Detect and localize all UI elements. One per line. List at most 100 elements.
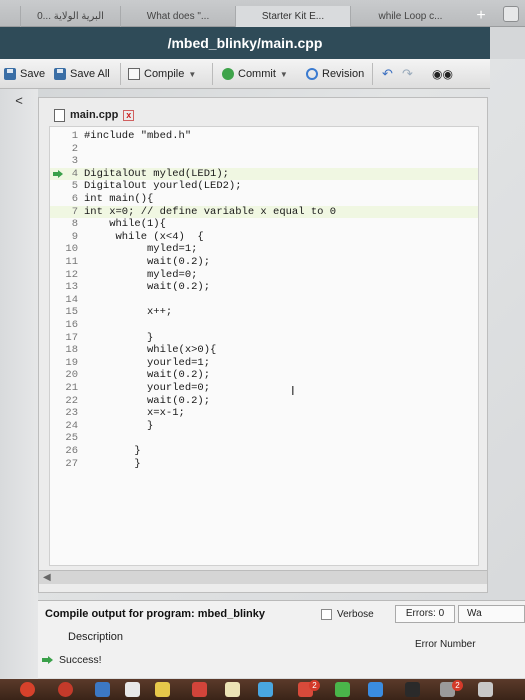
browser-tab-label: while Loop c... bbox=[378, 11, 443, 22]
binoculars-icon: ◉◉ bbox=[432, 67, 453, 81]
app-dock-icon[interactable] bbox=[258, 682, 273, 697]
commit-button[interactable]: Commit ▼ bbox=[222, 64, 288, 84]
code-text: wait(0.2); bbox=[84, 256, 211, 268]
code-text: DigitalOut myled(LED1); bbox=[84, 167, 229, 180]
redo-button[interactable]: ↷ bbox=[402, 64, 413, 84]
code-text: } bbox=[84, 457, 141, 470]
save-all-icon bbox=[54, 68, 66, 80]
code-text: } bbox=[84, 331, 154, 344]
code-line: 9 while (x<4) { bbox=[50, 231, 478, 244]
error-number-column-header: Error Number bbox=[415, 639, 476, 650]
line-number: 23 bbox=[65, 407, 78, 420]
errors-tab[interactable]: Errors: 0 bbox=[395, 605, 455, 623]
code-line: 19 yourled=1; bbox=[50, 357, 478, 370]
code-text: } bbox=[84, 419, 154, 432]
save-all-button[interactable]: Save All bbox=[54, 64, 110, 84]
verbose-checkbox[interactable] bbox=[321, 608, 332, 620]
line-number: 12 bbox=[65, 268, 78, 281]
compile-output-panel: Compile output for program: mbed_blinky … bbox=[38, 600, 525, 678]
app-dock-icon[interactable] bbox=[58, 682, 73, 697]
code-line: 13 wait(0.2); bbox=[50, 281, 478, 294]
browser-tab-3[interactable]: Starter Kit E... bbox=[235, 6, 350, 27]
commit-icon bbox=[222, 68, 234, 80]
chevron-down-icon: ▼ bbox=[279, 69, 288, 79]
code-text: DigitalOut yourled(LED2); bbox=[84, 180, 242, 193]
line-number: 8 bbox=[71, 218, 78, 231]
collapse-panel-button[interactable]: < bbox=[6, 93, 32, 109]
app-dock-icon[interactable] bbox=[192, 682, 207, 697]
code-text: wait(0.2); bbox=[84, 281, 211, 294]
app-dock-icon[interactable] bbox=[368, 682, 383, 697]
code-line: 23 x=x-1; bbox=[50, 407, 478, 420]
output-message: Success! bbox=[59, 654, 102, 666]
close-icon[interactable]: x bbox=[123, 109, 135, 121]
code-line: 26 } bbox=[50, 445, 478, 458]
file-tab-main-cpp[interactable]: main.cpp x bbox=[54, 106, 135, 124]
code-text: while (x<4) { bbox=[84, 230, 204, 243]
notification-badge: 2 bbox=[452, 680, 463, 691]
code-line: 18 while(x>0){ bbox=[50, 344, 478, 357]
revision-button[interactable]: Revision bbox=[306, 64, 364, 84]
verbose-toggle[interactable]: Verbose bbox=[321, 605, 374, 623]
save-icon bbox=[4, 68, 16, 80]
revision-icon bbox=[306, 68, 318, 80]
app-dock-icon[interactable] bbox=[155, 682, 170, 697]
text-cursor-icon: I bbox=[291, 383, 295, 398]
app-dock-icon[interactable] bbox=[225, 682, 240, 697]
browser-tab-label: Starter Kit E... bbox=[261, 11, 325, 22]
code-text: } bbox=[84, 445, 141, 457]
line-number: 5 bbox=[71, 180, 78, 193]
code-line: 8 while(1){ bbox=[50, 218, 478, 231]
code-editor[interactable]: 1 #include "mbed.h" 2 3 4 DigitalOut myled(LE… bbox=[49, 126, 479, 566]
line-number: 18 bbox=[65, 344, 78, 357]
code-line: 14 bbox=[50, 294, 478, 307]
line-number: 24 bbox=[65, 419, 78, 432]
browser-tab-label: 0... البرية الولاية bbox=[37, 11, 104, 22]
browser-tab-1[interactable]: 0... البرية الولاية bbox=[20, 6, 120, 27]
code-editor-frame: main.cpp x 1 #include "mbed.h" 2 3 4 DigitalO… bbox=[38, 97, 488, 593]
code-line: 25 bbox=[50, 432, 478, 445]
line-number: 10 bbox=[65, 243, 78, 256]
file-path-title: /mbed_blinky/main.cpp bbox=[167, 35, 323, 51]
code-text: while(1){ bbox=[84, 218, 166, 231]
code-text: wait(0.2); bbox=[84, 394, 211, 407]
verbose-label: Verbose bbox=[337, 608, 374, 620]
app-dock-icon[interactable] bbox=[95, 682, 110, 697]
code-text: yourled=1; bbox=[84, 356, 211, 369]
code-text: int x=0; // define variable x equal to 0 bbox=[84, 205, 337, 218]
line-number: 21 bbox=[65, 382, 78, 394]
undo-icon: ↶ bbox=[382, 66, 393, 81]
code-line: 10 myled=1; bbox=[50, 243, 478, 256]
code-line: 15 x++; bbox=[50, 306, 478, 319]
left-side-panel: < bbox=[0, 89, 38, 679]
app-dock-icon[interactable] bbox=[125, 682, 140, 697]
warnings-tab[interactable]: Wa bbox=[458, 605, 525, 623]
code-line: 17 } bbox=[50, 332, 478, 345]
window-corner-box bbox=[503, 6, 519, 22]
new-tab-button[interactable]: + bbox=[470, 8, 492, 25]
code-line: 4 DigitalOut myled(LED1); bbox=[50, 167, 478, 181]
notification-badge: 2 bbox=[309, 680, 320, 691]
browser-tab-4[interactable]: while Loop c... bbox=[350, 6, 470, 27]
horizontal-scrollbar[interactable]: ◀ bbox=[39, 570, 487, 584]
app-dock-icon[interactable] bbox=[405, 682, 420, 697]
find-button[interactable]: ◉◉ bbox=[432, 64, 453, 84]
save-button[interactable]: Save bbox=[4, 64, 45, 84]
compile-button[interactable]: Compile ▼ bbox=[128, 64, 196, 84]
browser-tab-strip: 0... البرية الولاية What does "... Start… bbox=[0, 0, 525, 27]
commit-label: Commit bbox=[238, 68, 276, 80]
code-line: 1 #include "mbed.h" bbox=[50, 130, 478, 143]
code-line: 5 DigitalOut yourled(LED2); bbox=[50, 180, 478, 193]
app-dock-icon[interactable] bbox=[478, 682, 493, 697]
browser-tab-2[interactable]: What does "... bbox=[120, 6, 235, 27]
undo-button[interactable]: ↶ bbox=[382, 64, 393, 84]
app-dock-icon[interactable] bbox=[20, 682, 35, 697]
code-text: int main(){ bbox=[84, 193, 154, 205]
code-line: 2 bbox=[50, 143, 478, 156]
line-number: 11 bbox=[65, 256, 78, 268]
line-number: 25 bbox=[65, 432, 78, 445]
chevron-down-icon: ▼ bbox=[188, 69, 197, 79]
scroll-left-icon[interactable]: ◀ bbox=[43, 572, 51, 583]
app-dock-icon[interactable] bbox=[335, 682, 350, 697]
toolbar-divider bbox=[120, 63, 121, 85]
